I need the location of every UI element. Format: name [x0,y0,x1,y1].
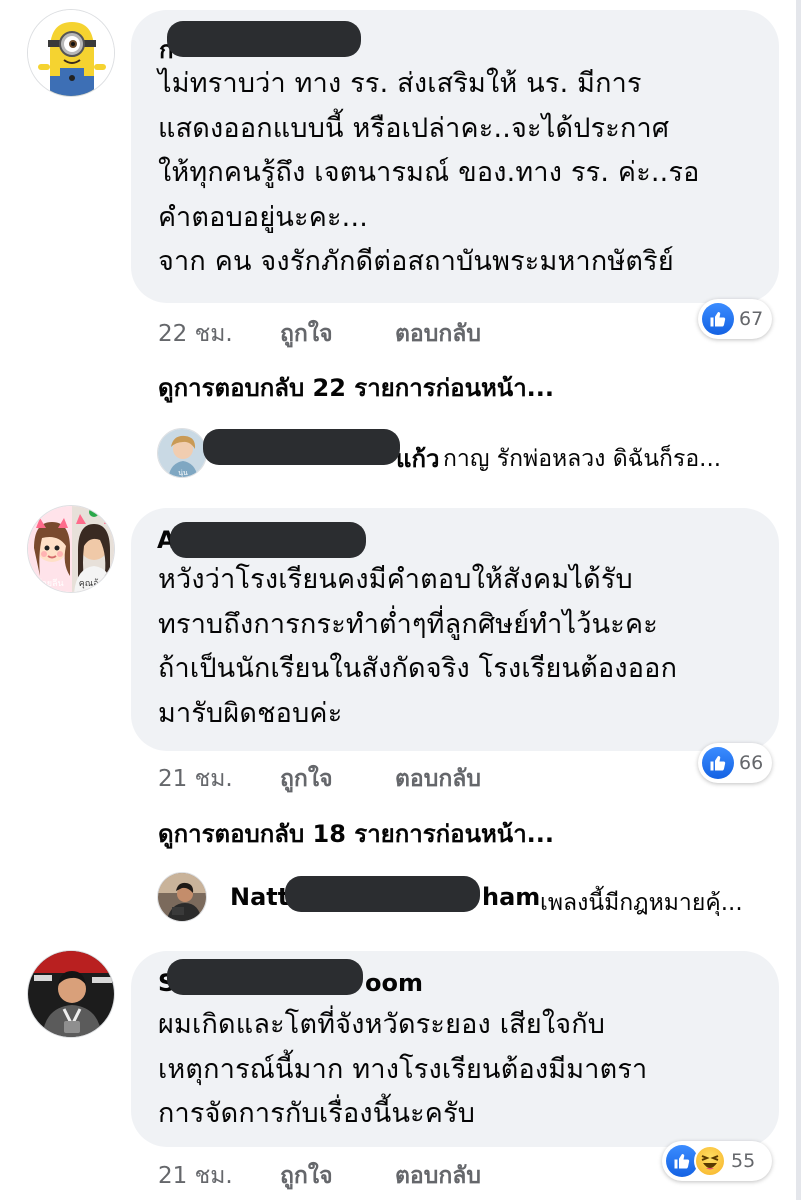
comment-text: ไม่ทราบว่า ทาง รร. ส่งเสริมให้ นร. มีการ… [158,68,700,277]
comment-actions: 22 ชม. ถูกใจ ตอบกลับ [158,316,558,347]
comment-actions: 21 ชม. ถูกใจ ตอบกลับ [158,761,558,792]
minion-avatar-icon [28,10,114,96]
like-button[interactable]: ถูกใจ [280,316,333,352]
svg-text:อ้ายลีน: อ้ายลีน [36,578,63,589]
avatar-cartoon[interactable]: อ้ายลีน คุณอ้อย [27,505,115,593]
svg-text:นุ่น: นุ่น [178,469,188,477]
comment-actions: 21 ชม. ถูกใจ ตอบกลับ [158,1158,558,1189]
avatar-man[interactable] [27,950,115,1038]
reply-author-name-suffix[interactable]: ham [482,883,540,911]
scrollbar-edge[interactable] [796,0,801,1200]
svg-text:คุณอ้อย: คุณอ้อย [79,578,109,589]
comment-timestamp[interactable]: 21 ชม. [158,1158,233,1194]
woman-avatar-icon: นุ่น [158,429,206,477]
avatar-minion[interactable] [27,9,115,97]
like-icon [702,303,734,335]
reaction-summary[interactable]: 67 [698,299,772,339]
comment-timestamp[interactable]: 21 ชม. [158,761,233,797]
view-previous-replies-link[interactable]: ดูการตอบกลับ 22 รายการก่อนหน้า... [158,368,554,407]
reply-avatar[interactable]: นุ่น [157,428,207,478]
redaction-bar [167,959,363,995]
reply-button[interactable]: ตอบกลับ [395,316,481,352]
reply-author-name-prefix[interactable]: Natt [230,883,289,911]
comment-timestamp[interactable]: 22 ชม. [158,316,233,352]
reply-button[interactable]: ตอบกลับ [395,1158,481,1194]
reply-button[interactable]: ตอบกลับ [395,761,481,797]
reply-preview-text[interactable]: เพลงนี้มีกฎหมายคุ้... [540,885,743,921]
like-icon [702,747,734,779]
reply-preview-text[interactable]: กาญ รักพ่อหลวง ดิฉันก็รอ... [443,441,721,477]
comment-author-name-suffix[interactable]: oom [365,969,423,997]
reaction-count: 55 [731,1150,756,1172]
comment-text: หวังว่าโรงเรียนคงมีคำตอบให้สังคมได้รับ ท… [158,564,678,729]
redaction-bar [285,876,480,912]
reaction-count: 67 [739,308,764,330]
redaction-bar [170,522,366,558]
reaction-count: 66 [739,752,764,774]
redaction-bar [203,429,400,465]
comment-text: ผมเกิดและโตที่จังหวัดระยอง เสียใจกับ เหต… [158,1009,648,1129]
reaction-summary[interactable]: 55 [662,1141,772,1181]
man-avatar-icon [158,873,206,921]
reaction-summary[interactable]: 66 [698,743,772,783]
view-previous-replies-link[interactable]: ดูการตอบกลับ 18 รายการก่อนหน้า... [158,814,554,853]
couple-avatar-icon: อ้ายลีน คุณอ้อย [28,506,114,592]
like-button[interactable]: ถูกใจ [280,761,333,797]
reply-author-name[interactable]: แก้ว [396,439,439,478]
redaction-bar [167,21,361,57]
haha-icon [694,1145,726,1177]
like-button[interactable]: ถูกใจ [280,1158,333,1194]
reply-avatar[interactable] [157,872,207,922]
man-portrait-avatar-icon [28,951,114,1037]
